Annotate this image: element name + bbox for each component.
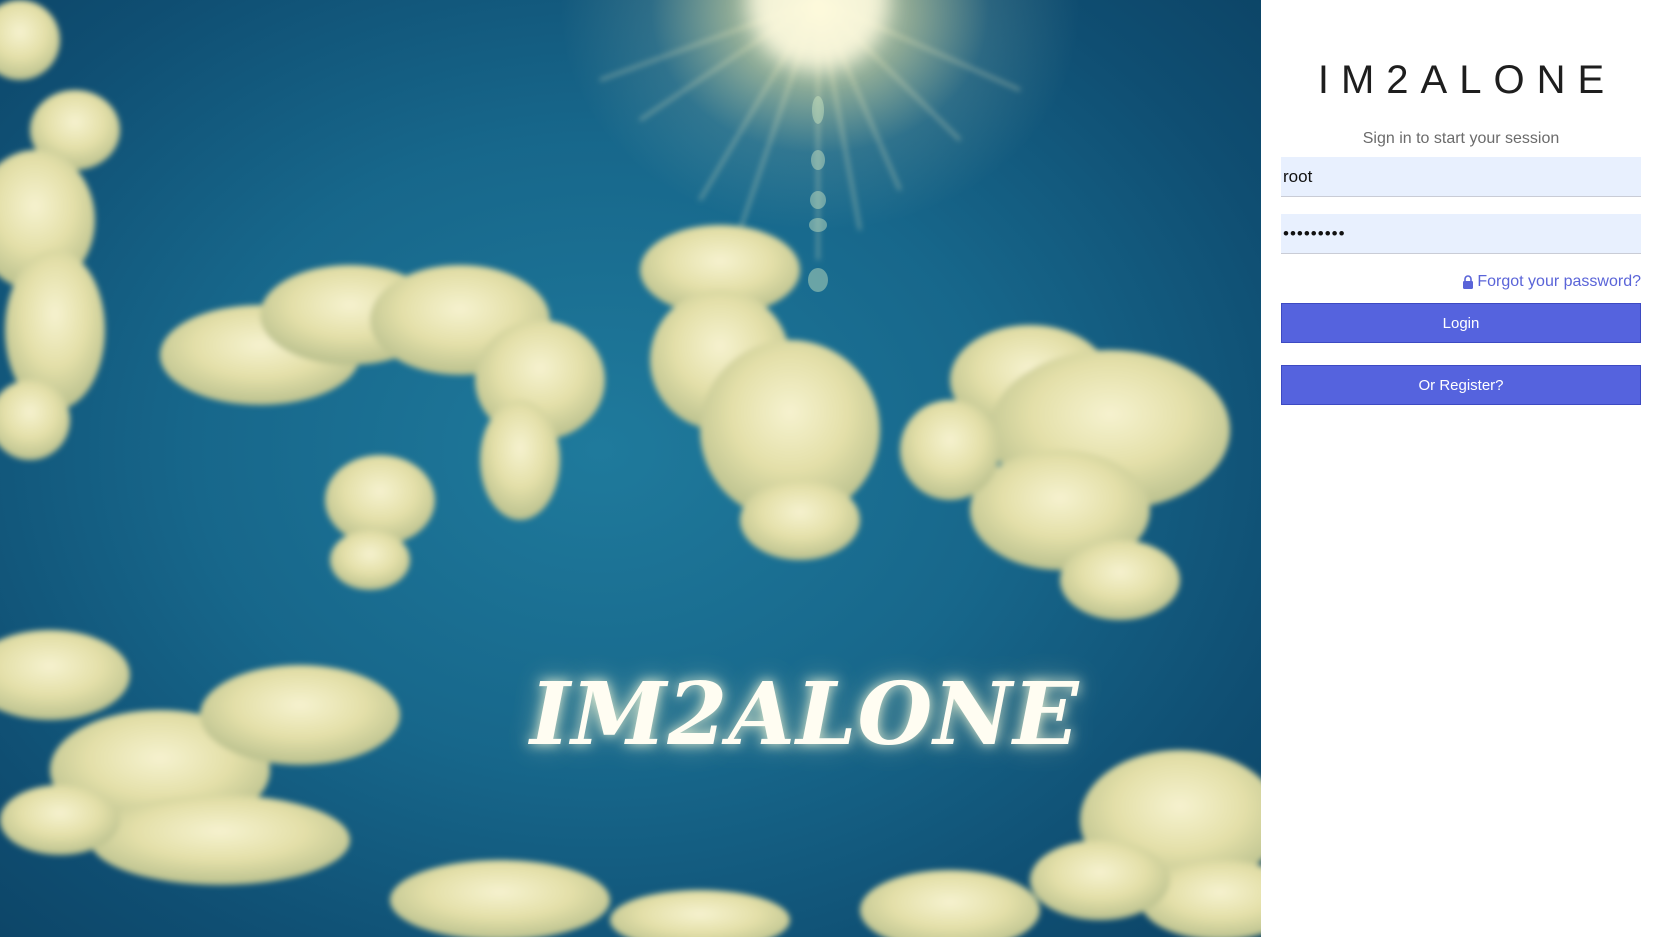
brand-title: IM2ALONE <box>1317 58 1617 102</box>
lock-icon <box>1462 275 1474 289</box>
cloud-bottom-right <box>1030 750 1261 937</box>
cloud-center <box>640 225 880 560</box>
hero-logo-text: IM2ALONE <box>530 664 1080 765</box>
cloud-bottom-left <box>0 630 400 885</box>
hero-image: IM2ALONE <box>0 0 1261 937</box>
login-page: IM2ALONE IM2ALONE Sign in to start your … <box>0 0 1661 937</box>
forgot-password-link[interactable]: Forgot your password? <box>1462 273 1641 291</box>
cloud-left-top <box>0 0 120 460</box>
login-button-label: Login <box>1442 314 1480 332</box>
cloud-left-center <box>160 265 605 590</box>
register-button[interactable]: Or Register? <box>1281 365 1641 405</box>
sky-clouds-illustration <box>0 0 1261 937</box>
cloud-right <box>900 325 1230 620</box>
password-input[interactable] <box>1281 214 1641 254</box>
cloud-bottom-center <box>390 860 1040 937</box>
login-subtitle: Sign in to start your session <box>1362 130 1560 147</box>
login-form-panel: IM2ALONE Sign in to start your session F… <box>1261 0 1661 937</box>
login-button[interactable]: Login <box>1281 303 1641 343</box>
register-button-label: Or Register? <box>1418 376 1504 394</box>
username-input[interactable] <box>1281 157 1641 197</box>
forgot-password-label[interactable]: Forgot your password? <box>1477 273 1641 291</box>
